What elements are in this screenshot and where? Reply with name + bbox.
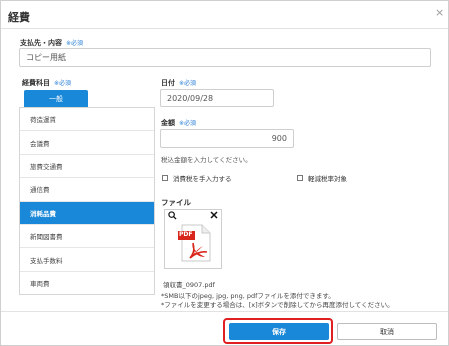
category-item[interactable]: 車両費: [20, 272, 154, 294]
category-label: 経費科目 ※必須: [22, 79, 72, 87]
category-item[interactable]: 荷造運賃: [20, 108, 154, 132]
category-tab-general[interactable]: 一般: [24, 90, 88, 107]
payee-input[interactable]: コピー用紙: [19, 48, 431, 67]
expense-dialog: 経費 × 支払先・内容 ※必須 コピー用紙 経費科目 ※必須 一般 荷造運賃 会議費旅…: [0, 0, 449, 346]
dialog-title: 経費: [8, 11, 30, 24]
date-label: 日付 ※必須: [161, 79, 197, 87]
category-list: 荷造運賃会議費旅費交通費通信費消耗品費新聞図書費支払手数料車両費租税公課: [19, 107, 155, 295]
pdf-badge: PDF: [179, 231, 193, 238]
divider: [1, 28, 448, 29]
amount-value: 900: [271, 134, 287, 143]
checkbox-box[interactable]: [162, 175, 168, 181]
checkbox-box[interactable]: [297, 175, 303, 181]
category-item[interactable]: 支払手数料: [20, 248, 154, 272]
magnifier-icon[interactable]: [167, 211, 177, 221]
amount-help: 税込金額を入力してください。: [161, 156, 252, 164]
required-mark: ※必須: [179, 120, 197, 127]
date-value: 2020/09/28: [167, 93, 214, 103]
save-button-highlight: [223, 318, 333, 344]
required-mark: ※必須: [54, 80, 72, 87]
reduced-rate-checkbox[interactable]: 軽減税率対象: [297, 173, 347, 183]
divider: [1, 311, 448, 312]
file-note-2: *ファイルを変更する場合は、[x]ボタンで削除してから再度添付してください。: [161, 301, 394, 309]
close-icon[interactable]: ×: [435, 6, 444, 19]
required-mark: ※必須: [66, 40, 84, 47]
amount-label: 金額 ※必須: [161, 119, 197, 127]
payee-value: コピー用紙: [26, 53, 66, 62]
category-item[interactable]: 通信費: [20, 178, 154, 202]
pdf-icon: PDF: [178, 224, 212, 262]
manual-tax-checkbox[interactable]: 消費税を手入力する: [162, 173, 232, 183]
category-item[interactable]: 旅費交通費: [20, 155, 154, 179]
close-icon[interactable]: [209, 211, 219, 221]
file-name: 領収書_0907.pdf: [163, 281, 215, 289]
date-input[interactable]: 2020/09/28: [160, 89, 274, 107]
file-preview: PDF: [164, 209, 222, 269]
category-item[interactable]: 新聞図書費: [20, 225, 154, 249]
file-label: ファイル: [161, 198, 191, 207]
amount-input[interactable]: 900: [160, 129, 294, 148]
required-mark: ※必須: [179, 80, 197, 87]
category-item[interactable]: 消耗品費: [20, 201, 154, 225]
category-item[interactable]: 会議費: [20, 131, 154, 155]
payee-label: 支払先・内容 ※必須: [20, 39, 84, 47]
cancel-button[interactable]: 取消: [337, 323, 437, 340]
